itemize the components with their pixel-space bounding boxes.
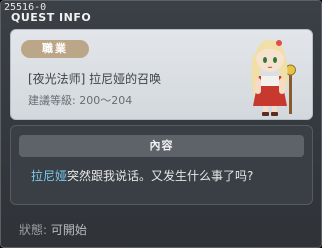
- status-label: 狀態:: [19, 223, 48, 237]
- content-header: 內容: [19, 135, 304, 157]
- npc-sprite-icon: [251, 40, 296, 116]
- quest-content-panel: 內容 拉尼娅突然跟我说话。又发生什么事了吗?: [10, 125, 313, 205]
- quest-status: 狀態: 可開始: [19, 221, 87, 238]
- quest-content-body: 突然跟我说话。又发生什么事了吗?: [67, 169, 254, 183]
- quest-name: [夜光法师] 拉尼娅的召唤: [28, 72, 162, 86]
- quest-summary-panel: 職業 [夜光法师] 拉尼娅的召唤 建議等級: 200～204: [10, 29, 313, 120]
- quest-content-text: 拉尼娅突然跟我说话。又发生什么事了吗?: [31, 167, 253, 184]
- job-badge: 職業: [21, 40, 89, 58]
- status-value: 可開始: [50, 223, 87, 237]
- recommended-level: 建議等級: 200～204: [28, 94, 133, 107]
- window-title: QUEST INFO: [11, 11, 92, 24]
- quest-info-window: 25516-0 QUEST INFO 職業 [夜光法师] 拉尼娅的召唤 建議等級…: [0, 0, 322, 248]
- npc-name-highlight: 拉尼娅: [31, 169, 68, 183]
